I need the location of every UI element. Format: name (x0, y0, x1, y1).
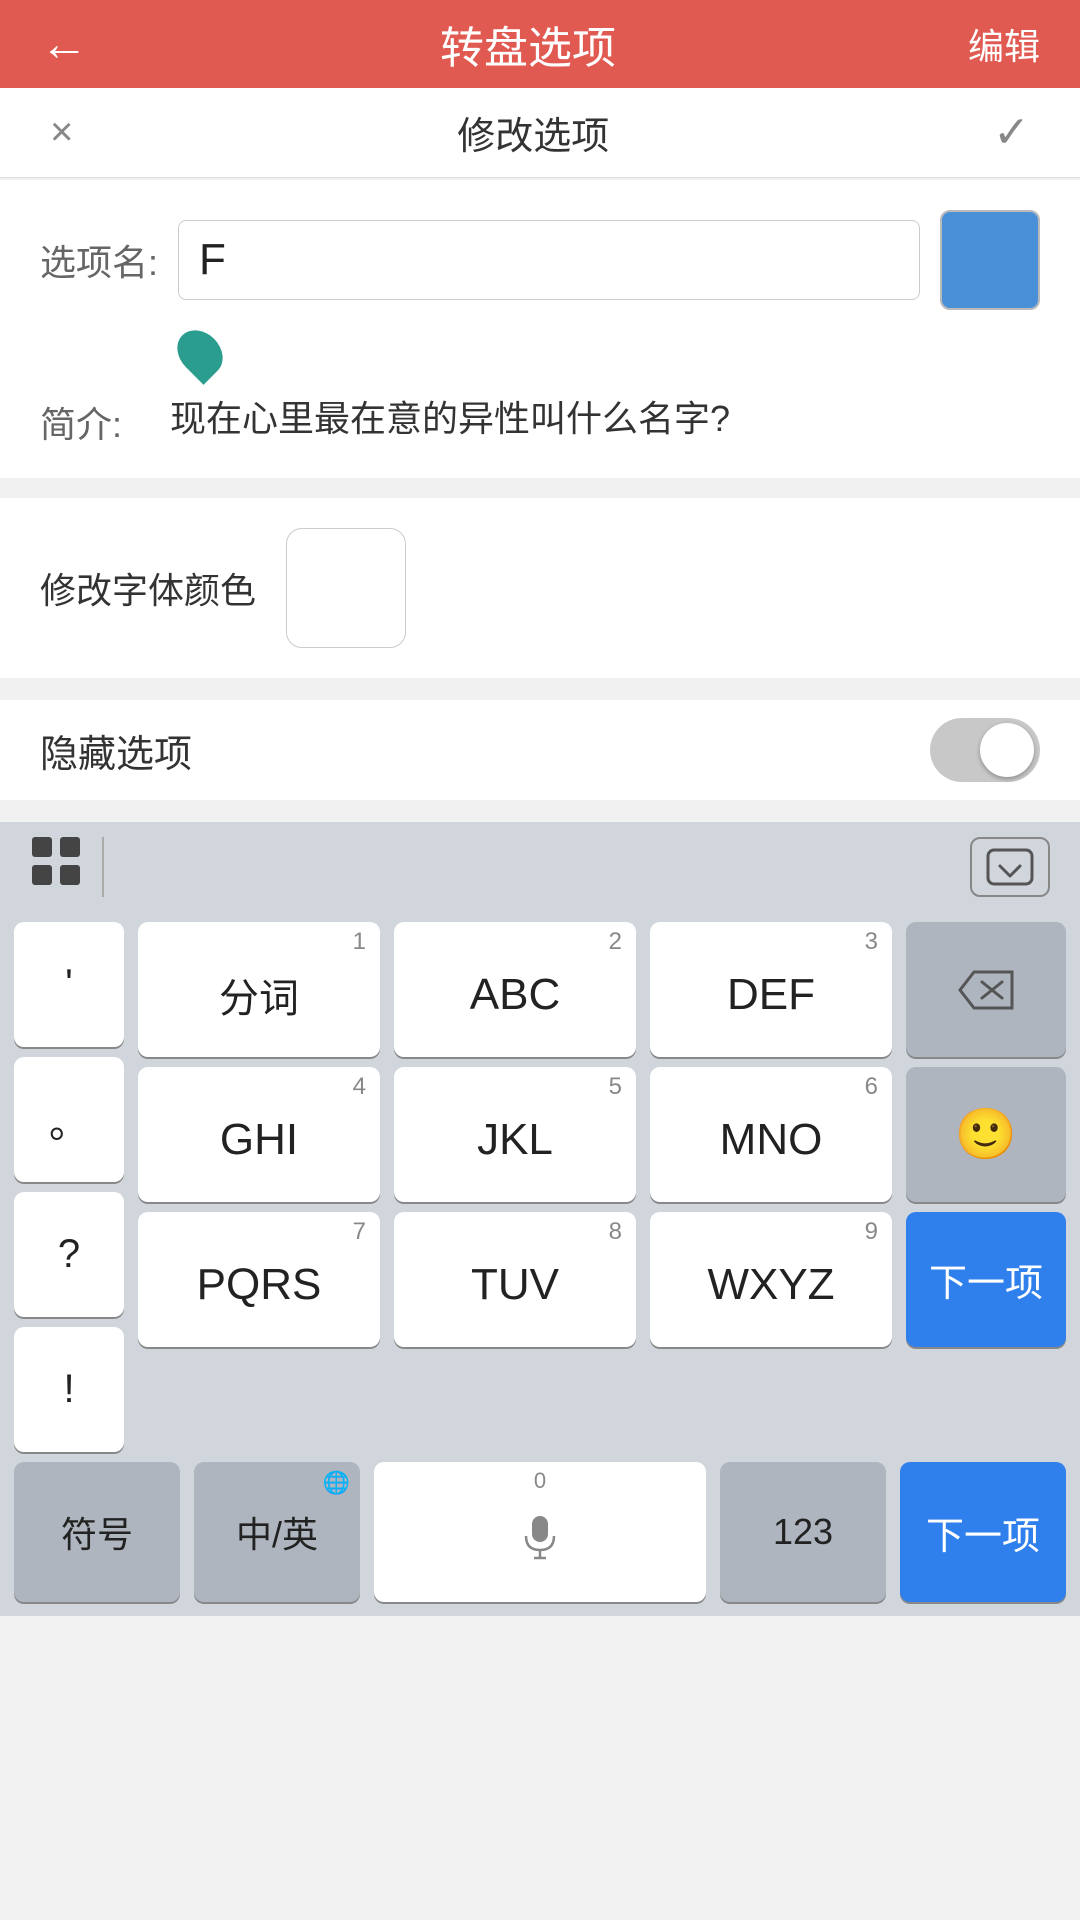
key-space[interactable]: 0 (374, 1462, 706, 1602)
hide-option-label: 隐藏选项 (40, 723, 192, 778)
name-label: 选项名: (40, 234, 158, 286)
toolbar-divider (102, 837, 104, 897)
key-mno[interactable]: 6 MNO (650, 1067, 892, 1202)
alpha-row-3: 7 PQRS 8 TUV 9 WXYZ 下一项 (138, 1212, 1066, 1347)
key-jkl[interactable]: 5 JKL (394, 1067, 636, 1202)
toggle-knob (980, 723, 1034, 777)
color-swatch[interactable] (940, 210, 1040, 310)
modal-title: 修改选项 (457, 105, 609, 160)
key-row-1: ' 。 ? ! 1 分词 2 ABC (0, 912, 1080, 1452)
edit-button[interactable]: 编辑 (968, 18, 1040, 70)
divider-2 (0, 678, 1080, 698)
form-section: 选项名: 简介: 现在心里最在意的异性叫什么名字? (0, 180, 1080, 478)
key-exclaim[interactable]: ! (14, 1327, 124, 1452)
next-key[interactable]: 下一项 (906, 1212, 1066, 1347)
desc-row: 简介: 现在心里最在意的异性叫什么名字? (40, 392, 1040, 448)
desc-text: 现在心里最在意的异性叫什么名字? (170, 392, 730, 446)
alpha-row-2: 4 GHI 5 JKL 6 MNO 🙂 (138, 1067, 1066, 1202)
name-input[interactable] (178, 220, 920, 300)
cursor-indicator (168, 321, 232, 385)
key-abc[interactable]: 2 ABC (394, 922, 636, 1057)
key-comma[interactable]: ' (14, 922, 124, 1047)
key-pqrs[interactable]: 7 PQRS (138, 1212, 380, 1347)
key-tuv[interactable]: 8 TUV (394, 1212, 636, 1347)
key-question[interactable]: ? (14, 1192, 124, 1317)
font-color-swatch[interactable] (286, 528, 406, 648)
keyboard: ' 。 ? ! 1 分词 2 ABC (0, 912, 1080, 1616)
desc-label: 简介: (40, 392, 150, 448)
name-field-row: 选项名: (40, 210, 1040, 310)
keyboard-hide-button[interactable] (970, 837, 1050, 897)
font-color-section: 修改字体颜色 (0, 498, 1080, 678)
nav-bar: ← 转盘选项 编辑 (0, 0, 1080, 88)
close-icon[interactable]: × (50, 110, 73, 155)
key-wxyz[interactable]: 9 WXYZ (650, 1212, 892, 1347)
hide-toggle[interactable] (930, 718, 1040, 782)
confirm-icon[interactable]: ✓ (993, 107, 1030, 158)
main-keys: 1 分词 2 ABC 3 DEF (138, 922, 1066, 1452)
backspace-key[interactable] (906, 922, 1066, 1057)
key-def[interactable]: 3 DEF (650, 922, 892, 1057)
key-ghi[interactable]: 4 GHI (138, 1067, 380, 1202)
key-123[interactable]: 123 (720, 1462, 886, 1602)
divider-1 (0, 478, 1080, 498)
alpha-row-1: 1 分词 2 ABC 3 DEF (138, 922, 1066, 1057)
key-period[interactable]: 。 (14, 1057, 124, 1182)
key-next-bottom[interactable]: 下一项 (900, 1462, 1066, 1602)
back-button[interactable]: ← (40, 17, 88, 72)
keyboard-toolbar (0, 822, 1080, 912)
divider-3 (0, 800, 1080, 820)
modal-header: × 修改选项 ✓ (0, 88, 1080, 178)
key-lang[interactable]: 🌐 中/英 (194, 1462, 360, 1602)
font-color-label: 修改字体颜色 (40, 562, 256, 614)
nav-title: 转盘选项 (440, 12, 616, 76)
key-fenchi[interactable]: 1 分词 (138, 922, 380, 1057)
key-symbol[interactable]: 符号 (14, 1462, 180, 1602)
hide-section: 隐藏选项 (0, 700, 1080, 800)
punct-column: ' 。 ? ! (14, 922, 124, 1452)
apps-icon[interactable] (30, 835, 82, 900)
emoji-key[interactable]: 🙂 (906, 1067, 1066, 1202)
key-row-bottom: 符号 🌐 中/英 0 123 下一项 (0, 1452, 1080, 1616)
